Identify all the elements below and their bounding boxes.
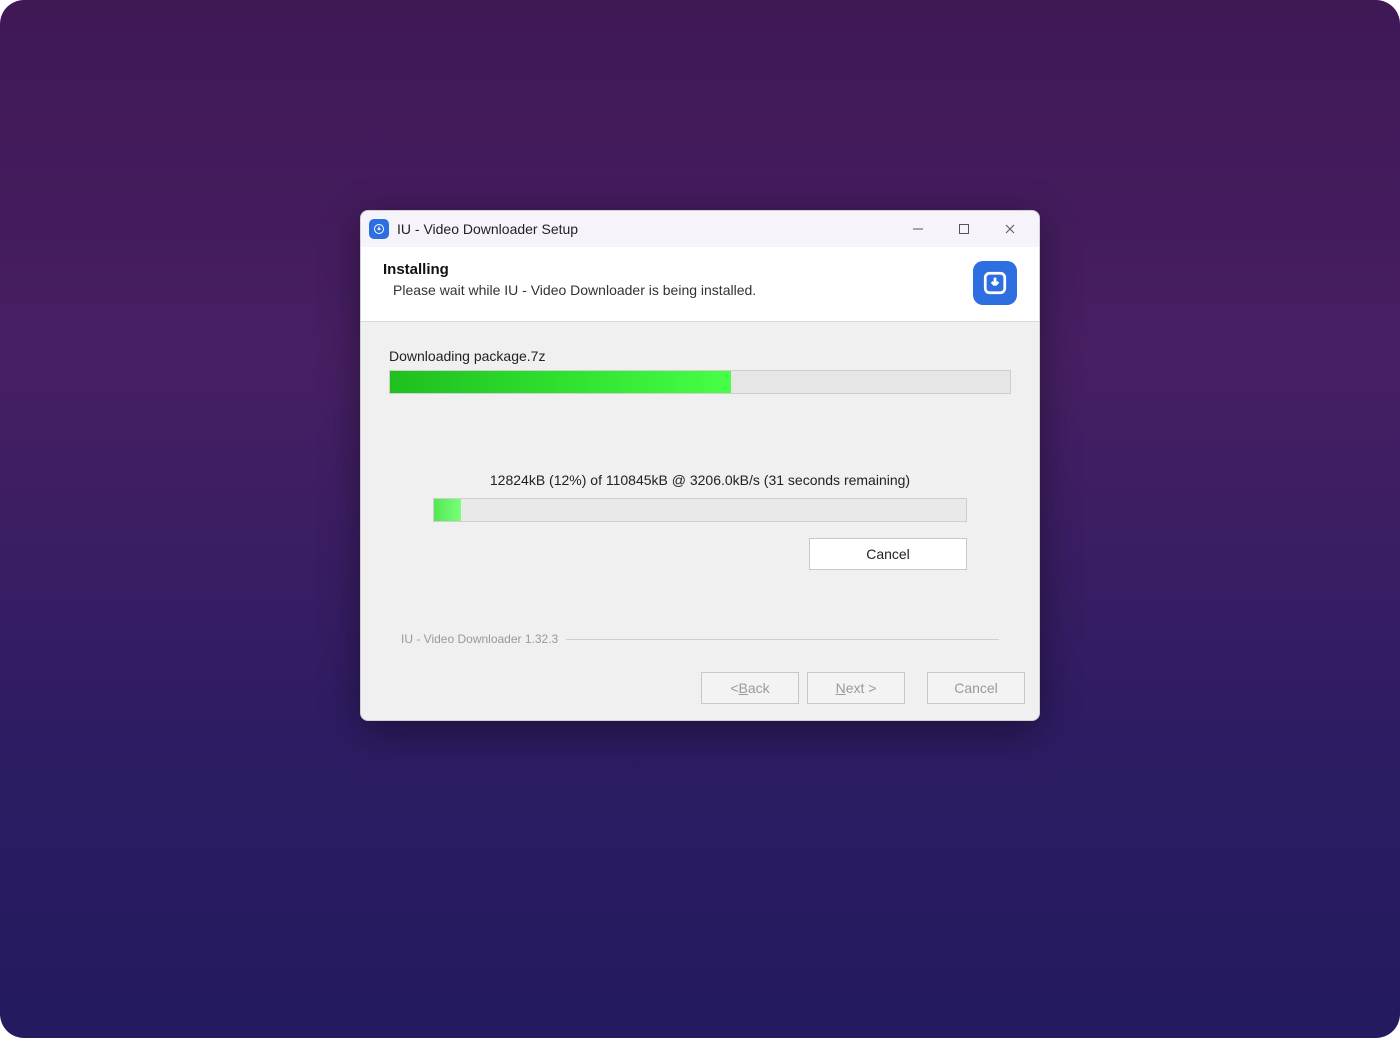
main-progress-fill [390, 371, 731, 393]
next-button: Next > [807, 672, 905, 704]
cancel-download-button[interactable]: Cancel [809, 538, 967, 570]
main-progress-bar [389, 370, 1011, 394]
installer-window: IU - Video Downloader Setup Installing P… [360, 210, 1040, 721]
footer-divider: IU - Video Downloader 1.32.3 [401, 632, 999, 646]
installer-body: Downloading package.7z 12824kB (12%) of … [361, 322, 1039, 656]
minimize-button[interactable] [895, 214, 941, 244]
back-button: < Back [701, 672, 799, 704]
page-subtitle: Please wait while IU - Video Downloader … [393, 282, 973, 298]
cancel-wizard-button: Cancel [927, 672, 1025, 704]
header-panel: Installing Please wait while IU - Video … [361, 247, 1039, 322]
download-progress-bar [433, 498, 967, 522]
task-label: Downloading package.7z [389, 348, 1011, 364]
download-icon [973, 261, 1017, 305]
desktop-wallpaper: IU - Video Downloader Setup Installing P… [0, 0, 1400, 1038]
page-title: Installing [383, 261, 973, 278]
download-block: 12824kB (12%) of 110845kB @ 3206.0kB/s (… [389, 472, 1011, 570]
titlebar[interactable]: IU - Video Downloader Setup [361, 211, 1039, 247]
wizard-buttons: < Back Next > Cancel [361, 656, 1039, 720]
download-status: 12824kB (12%) of 110845kB @ 3206.0kB/s (… [389, 472, 1011, 488]
brand-label: IU - Video Downloader 1.32.3 [401, 632, 558, 646]
app-icon [369, 219, 389, 239]
maximize-button[interactable] [941, 214, 987, 244]
close-button[interactable] [987, 214, 1033, 244]
download-progress-fill [434, 499, 461, 521]
window-title: IU - Video Downloader Setup [397, 221, 895, 237]
